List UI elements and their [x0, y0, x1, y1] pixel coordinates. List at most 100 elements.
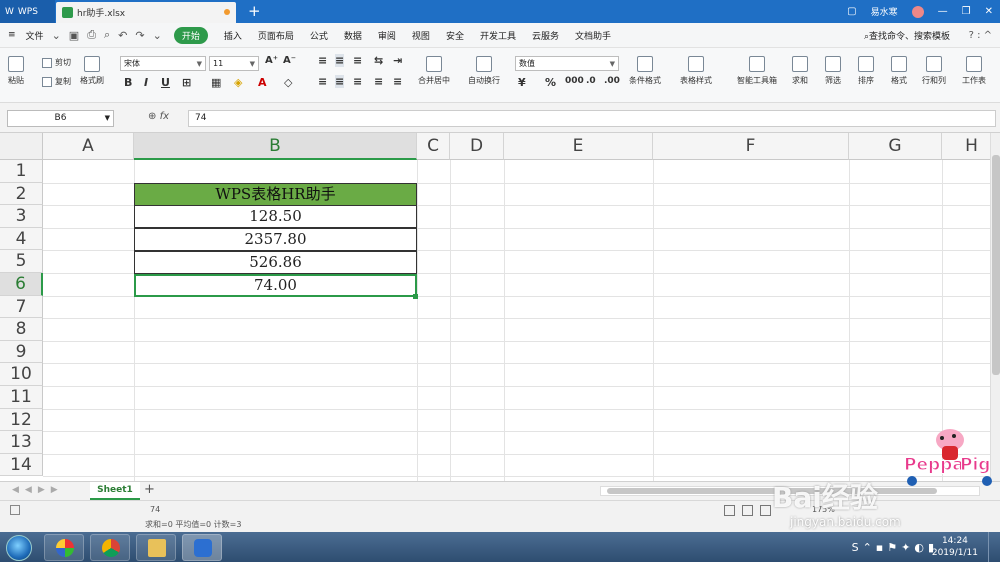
copy-button[interactable]: 复制: [42, 76, 71, 87]
print-preview-icon[interactable]: ⌕: [104, 28, 110, 42]
decrease-decimal-icon[interactable]: .00: [604, 76, 620, 86]
taskbar-app-1[interactable]: [44, 534, 84, 561]
worksheet-button[interactable]: 工作表: [962, 56, 986, 86]
fill-handle[interactable]: [413, 294, 418, 299]
tab-insert[interactable]: 插入: [224, 29, 242, 42]
row-header-1[interactable]: 1: [0, 160, 43, 183]
undo-icon[interactable]: ↶: [118, 29, 127, 42]
close-icon[interactable]: ✕: [985, 6, 993, 17]
zoom-formula-icon[interactable]: ⊕: [148, 111, 160, 122]
align-right-icon[interactable]: ≡: [353, 75, 362, 88]
row-header-7[interactable]: 7: [0, 295, 43, 319]
tab-developer[interactable]: 开发工具: [480, 29, 516, 42]
tab-data[interactable]: 数据: [344, 29, 362, 42]
filter-button[interactable]: 筛选: [825, 56, 841, 86]
user-name[interactable]: 易水寒: [871, 5, 898, 18]
hamburger-icon[interactable]: ≡: [8, 30, 16, 40]
align-bottom-icon[interactable]: ≡: [353, 54, 362, 67]
redo-icon[interactable]: ↷: [135, 29, 144, 42]
font-color-icon[interactable]: A: [258, 76, 267, 89]
decrease-font-icon[interactable]: A⁻: [283, 55, 296, 66]
wps-app-tab[interactable]: W WPS: [0, 0, 55, 23]
row-header-11[interactable]: 11: [0, 386, 43, 409]
name-box[interactable]: B6 ▼: [7, 110, 114, 127]
tab-start[interactable]: 开始: [173, 26, 208, 44]
number-format-select[interactable]: 数值 ▼: [515, 56, 619, 71]
show-desktop-button[interactable]: [988, 532, 1000, 562]
paste-button[interactable]: 粘贴: [8, 56, 24, 86]
fx-icon[interactable]: fx: [160, 111, 169, 122]
column-header-a[interactable]: A: [43, 133, 134, 160]
row-header-2[interactable]: 2: [0, 182, 43, 206]
percent-button[interactable]: %: [545, 76, 556, 89]
justify-icon[interactable]: ≡: [374, 75, 383, 88]
sort-button[interactable]: 排序: [858, 56, 874, 86]
minimize-icon[interactable]: —: [938, 6, 948, 17]
tab-security[interactable]: 安全: [446, 29, 464, 42]
menu-file[interactable]: 文件: [26, 29, 44, 42]
font-name-select[interactable]: 宋体 ▼: [120, 56, 206, 71]
align-left-icon[interactable]: ≡: [318, 75, 327, 88]
help-icon[interactable]: ? : ^: [969, 30, 992, 41]
row-col-button[interactable]: 行和列: [922, 56, 946, 86]
row-header-6[interactable]: 6: [0, 273, 43, 296]
column-header-h[interactable]: H: [942, 133, 990, 160]
row-header-3[interactable]: 3: [0, 205, 43, 228]
orientation-icon[interactable]: ⇆: [374, 54, 383, 67]
chevron-down-icon[interactable]: ⌄: [52, 29, 61, 42]
taskbar-wps[interactable]: [182, 534, 222, 561]
new-tab-button[interactable]: +: [248, 2, 261, 20]
row-header-9[interactable]: 9: [0, 340, 43, 364]
spreadsheet-grid[interactable]: A B C D E F G H 1 2 3 4 5 6 7 8 9 10 11 12 13 14 WPS表…: [0, 133, 990, 481]
align-top-icon[interactable]: ≡: [318, 54, 327, 67]
column-header-c[interactable]: C: [417, 133, 450, 160]
tab-page-layout[interactable]: 页面布局: [258, 29, 294, 42]
column-header-e[interactable]: E: [504, 133, 653, 160]
save-icon[interactable]: ▣: [69, 29, 79, 42]
align-middle-icon[interactable]: ≡: [335, 54, 345, 67]
cell-b6-active[interactable]: 74.00: [134, 274, 417, 297]
system-tray-icons[interactable]: S⌃▪⚑✦◐▮: [852, 541, 938, 554]
currency-icon[interactable]: ¥: [518, 76, 526, 89]
column-header-g[interactable]: G: [849, 133, 942, 160]
row-header-10[interactable]: 10: [0, 363, 43, 386]
column-header-d[interactable]: D: [450, 133, 504, 160]
tab-formulas[interactable]: 公式: [310, 29, 328, 42]
clock[interactable]: 14:24 2019/1/11: [932, 535, 978, 559]
cell-b5[interactable]: 526.86: [134, 251, 417, 274]
increase-decimal-icon[interactable]: .0: [586, 76, 596, 86]
row-header-4[interactable]: 4: [0, 227, 43, 251]
distribute-icon[interactable]: ≡: [393, 75, 402, 88]
table-style-button[interactable]: 表格样式: [680, 56, 712, 86]
maximize-icon[interactable]: ❐: [962, 6, 971, 17]
tab-review[interactable]: 审阅: [378, 29, 396, 42]
format-button[interactable]: 格式: [891, 56, 907, 86]
column-header-f[interactable]: F: [653, 133, 849, 160]
row-header-14[interactable]: 14: [0, 453, 43, 477]
row-header-12[interactable]: 12: [0, 408, 43, 432]
macro-icon[interactable]: [10, 505, 20, 515]
font-size-select[interactable]: 11 ▼: [209, 56, 259, 71]
tab-hr-file[interactable]: hr助手.xlsx: [56, 2, 236, 23]
underline-button[interactable]: U: [161, 76, 170, 89]
normal-view-icon[interactable]: [724, 505, 735, 516]
sum-button[interactable]: 求和: [792, 56, 808, 86]
bold-button[interactable]: B: [124, 76, 132, 89]
align-center-icon[interactable]: ≡: [335, 75, 345, 88]
row-header-13[interactable]: 13: [0, 431, 43, 454]
row-header-8[interactable]: 8: [0, 318, 43, 341]
print-icon[interactable]: ⎙: [87, 28, 96, 42]
indent-icon[interactable]: ⇥: [393, 54, 402, 67]
format-painter-button[interactable]: 格式刷: [80, 56, 104, 86]
tab-view[interactable]: 视图: [412, 29, 430, 42]
taskbar-explorer[interactable]: [136, 534, 176, 561]
cell-b3[interactable]: 128.50: [134, 205, 417, 228]
column-header-b[interactable]: B: [134, 133, 417, 160]
avatar[interactable]: [911, 5, 924, 18]
grid-icon[interactable]: ▦: [211, 76, 221, 89]
italic-button[interactable]: I: [144, 76, 148, 89]
row-header-5[interactable]: 5: [0, 250, 43, 273]
add-sheet-button[interactable]: +: [144, 482, 155, 497]
tab-cloud[interactable]: 云服务: [532, 29, 559, 42]
wrap-text-button[interactable]: 自动换行: [468, 56, 500, 86]
